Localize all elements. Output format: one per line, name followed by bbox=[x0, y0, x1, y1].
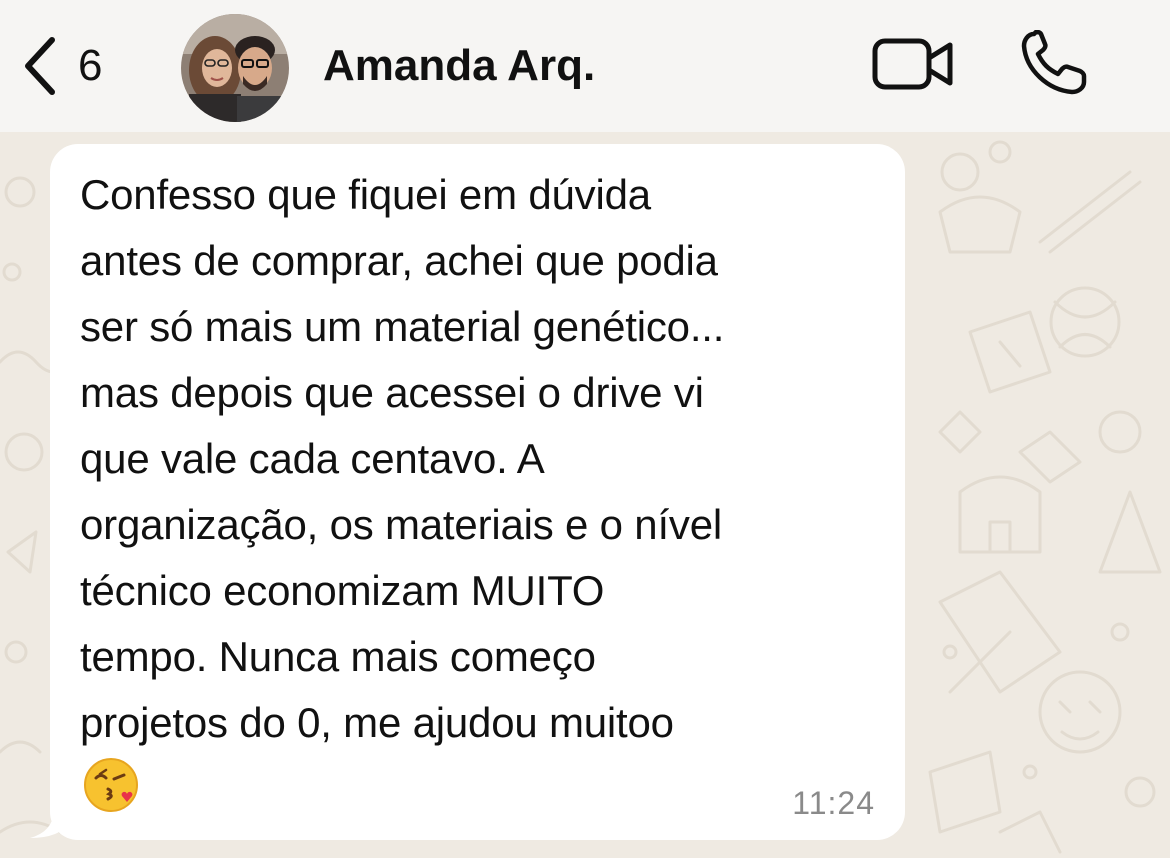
video-camera-icon bbox=[872, 38, 953, 90]
avatar[interactable] bbox=[181, 14, 289, 122]
voice-call-button[interactable] bbox=[1020, 29, 1090, 96]
contact-name[interactable]: Amanda Arq. bbox=[323, 40, 595, 92]
message-text: Confesso que fiquei em dúvida antes de c… bbox=[80, 171, 725, 746]
video-call-button[interactable] bbox=[872, 36, 956, 92]
message-timestamp: 11:24 bbox=[792, 785, 875, 821]
incoming-message-bubble[interactable]: Confesso que fiquei em dúvida antes de c… bbox=[50, 144, 905, 840]
unread-count: 6 bbox=[78, 41, 103, 90]
chevron-left-icon bbox=[25, 37, 55, 95]
back-button[interactable]: 6 bbox=[22, 34, 132, 98]
chat-area[interactable]: Confesso que fiquei em dúvida antes de c… bbox=[0, 132, 1170, 858]
kissing-face-with-heart-emoji bbox=[82, 756, 140, 814]
phone-icon bbox=[1021, 29, 1087, 95]
chat-header: 6 Amanda Arq. bbox=[0, 0, 1170, 132]
